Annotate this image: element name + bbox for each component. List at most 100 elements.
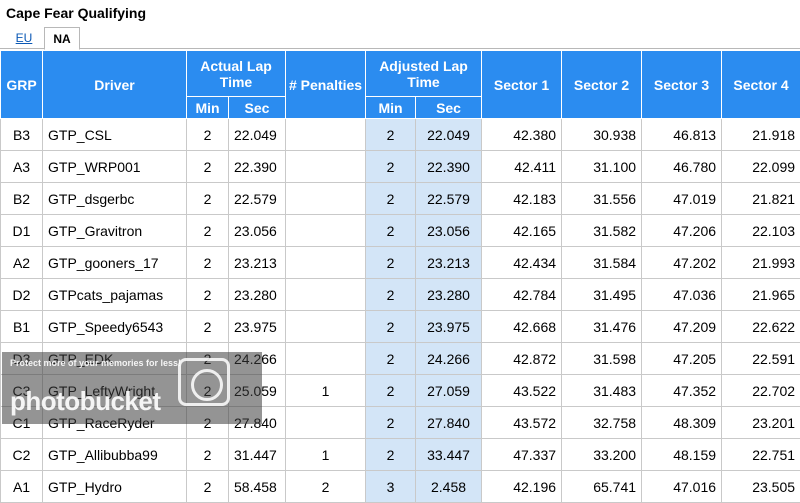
cell-actual-min: 2: [186, 278, 229, 311]
cell-penalties: [285, 406, 367, 439]
cell-sector-3: 47.205: [641, 342, 723, 375]
table-row[interactable]: A1 GTP_Hydro 2 58.458 2 3 2.458 42.196 65.741 47.…: [0, 470, 800, 503]
cell-actual-sec: 27.840: [227, 406, 287, 439]
table-row[interactable]: D2 GTPcats_pajamas 2 23.280 2 23.280 42.784 31.…: [0, 278, 800, 311]
cell-adjusted-sec: 22.049: [415, 118, 483, 151]
header-driver[interactable]: Driver: [42, 50, 187, 119]
cell-adjusted-sec: 23.975: [415, 310, 483, 343]
cell-sector-3: 46.780: [641, 150, 723, 183]
cell-driver: GTP_CSL: [42, 118, 187, 151]
table-row[interactable]: B2 GTP_dsgerbc 2 22.579 2 22.579 42.183 31.556 4…: [0, 182, 800, 215]
cell-grp: A1: [0, 470, 43, 503]
table-row[interactable]: A2 GTP_gooners_17 2 23.213 2 23.213 42.434 31.5…: [0, 246, 800, 279]
cell-sector-4: 22.591: [721, 342, 800, 375]
table-row[interactable]: C1 GTP_RaceRyder 2 27.840 2 27.840 43.572 32.75…: [0, 406, 800, 439]
header-adjusted-min[interactable]: Min: [365, 96, 417, 119]
header-adjusted-lap-time[interactable]: Adjusted Lap Time: [365, 50, 483, 97]
tab-eu[interactable]: EU: [8, 27, 40, 49]
cell-adjusted-sec: 22.579: [415, 182, 483, 215]
table-row[interactable]: C3 GTP_LeftyWright 2 25.059 1 2 27.059 43.522 31…: [0, 374, 800, 407]
cell-adjusted-sec: 24.266: [415, 342, 483, 375]
cell-adjusted-min: 2: [365, 214, 417, 247]
cell-adjusted-min: 2: [365, 310, 417, 343]
cell-sector-2: 30.938: [561, 118, 643, 151]
header-sector-3[interactable]: Sector 3: [641, 50, 723, 119]
header-actual-min[interactable]: Min: [186, 96, 229, 119]
table-row[interactable]: D1 GTP_Gravitron 2 23.056 2 23.056 42.165 31.58…: [0, 214, 800, 247]
header-adjusted-sec[interactable]: Sec: [415, 96, 483, 119]
cell-sector-4: 22.622: [721, 310, 800, 343]
cell-penalties: [285, 150, 367, 183]
cell-sector-4: 21.821: [721, 182, 800, 215]
page-title: Cape Fear Qualifying: [6, 5, 147, 21]
cell-actual-min: 2: [186, 438, 229, 471]
cell-actual-sec: 23.280: [227, 278, 287, 311]
cell-adjusted-sec: 27.840: [415, 406, 483, 439]
cell-penalties: [285, 342, 367, 375]
cell-sector-1: 43.572: [481, 406, 563, 439]
table-row[interactable]: B3 GTP_CSL 2 22.049 2 22.049 42.380 30.938 46.81…: [0, 118, 800, 151]
cell-sector-1: 42.183: [481, 182, 563, 215]
cell-adjusted-min: 3: [365, 470, 417, 503]
header-penalties[interactable]: # Penalties: [285, 50, 367, 119]
cell-sector-4: 23.201: [721, 406, 800, 439]
cell-actual-sec: 23.213: [227, 246, 287, 279]
cell-actual-min: 2: [186, 470, 229, 503]
cell-sector-2: 33.200: [561, 438, 643, 471]
header-sector-1[interactable]: Sector 1: [481, 50, 563, 119]
cell-sector-2: 31.483: [561, 374, 643, 407]
cell-adjusted-min: 2: [365, 374, 417, 407]
cell-actual-sec: 58.458: [227, 470, 287, 503]
cell-sector-2: 65.741: [561, 470, 643, 503]
cell-driver: GTP_EDK: [42, 342, 187, 375]
cell-penalties: 1: [285, 374, 367, 407]
header-actual-lap-time[interactable]: Actual Lap Time: [185, 50, 287, 97]
cell-adjusted-min: 2: [365, 150, 417, 183]
cell-sector-4: 22.702: [721, 374, 800, 407]
cell-grp: A3: [0, 150, 43, 183]
cell-penalties: [285, 182, 367, 215]
cell-sector-3: 47.352: [641, 374, 723, 407]
cell-adjusted-sec: 23.280: [415, 278, 483, 311]
table-row[interactable]: A3 GTP_WRP001 2 22.390 2 22.390 42.411 31.100 46…: [0, 150, 800, 183]
cell-sector-3: 47.019: [641, 182, 723, 215]
cell-adjusted-min: 2: [365, 118, 417, 151]
cell-grp: D1: [0, 214, 43, 247]
cell-driver: GTP_Allibubba99: [42, 438, 187, 471]
cell-sector-2: 31.556: [561, 182, 643, 215]
cell-sector-1: 43.522: [481, 374, 563, 407]
cell-grp: B1: [0, 310, 43, 343]
cell-actual-min: 2: [186, 342, 229, 375]
cell-sector-4: 21.918: [721, 118, 800, 151]
cell-driver: GTP_LeftyWright: [42, 374, 187, 407]
header-sector-2[interactable]: Sector 2: [561, 50, 643, 119]
table-row[interactable]: B1 GTP_Speedy6543 2 23.975 2 23.975 42.668 31.4…: [0, 310, 800, 343]
cell-driver: GTP_WRP001: [42, 150, 187, 183]
cell-grp: D2: [0, 278, 43, 311]
cell-sector-4: 21.965: [721, 278, 800, 311]
cell-adjusted-sec: 23.213: [415, 246, 483, 279]
cell-driver: GTP_gooners_17: [42, 246, 187, 279]
cell-driver: GTP_Speedy6543: [42, 310, 187, 343]
cell-actual-min: 2: [186, 374, 229, 407]
cell-driver: GTP_Gravitron: [42, 214, 187, 247]
cell-actual-sec: 22.049: [227, 118, 287, 151]
table-row[interactable]: C2 GTP_Allibubba99 2 31.447 1 2 33.447 47.337 33…: [0, 438, 800, 471]
header-grp[interactable]: GRP: [0, 50, 43, 119]
cell-penalties: 2: [285, 470, 367, 503]
cell-penalties: [285, 118, 367, 151]
cell-sector-2: 31.584: [561, 246, 643, 279]
cell-sector-1: 42.196: [481, 470, 563, 503]
header-actual-sec[interactable]: Sec: [227, 96, 287, 119]
cell-grp: C1: [0, 406, 43, 439]
cell-penalties: [285, 278, 367, 311]
cell-sector-1: 42.380: [481, 118, 563, 151]
cell-adjusted-min: 2: [365, 406, 417, 439]
cell-sector-3: 47.202: [641, 246, 723, 279]
header-sector-4[interactable]: Sector 4: [721, 50, 800, 119]
cell-penalties: 1: [285, 438, 367, 471]
table-row[interactable]: D3 GTP_EDK 2 24.266 2 24.266 42.872 31.598 47.20…: [0, 342, 800, 375]
cell-sector-4: 23.505: [721, 470, 800, 503]
cell-grp: A2: [0, 246, 43, 279]
tab-na[interactable]: NA: [44, 27, 80, 50]
